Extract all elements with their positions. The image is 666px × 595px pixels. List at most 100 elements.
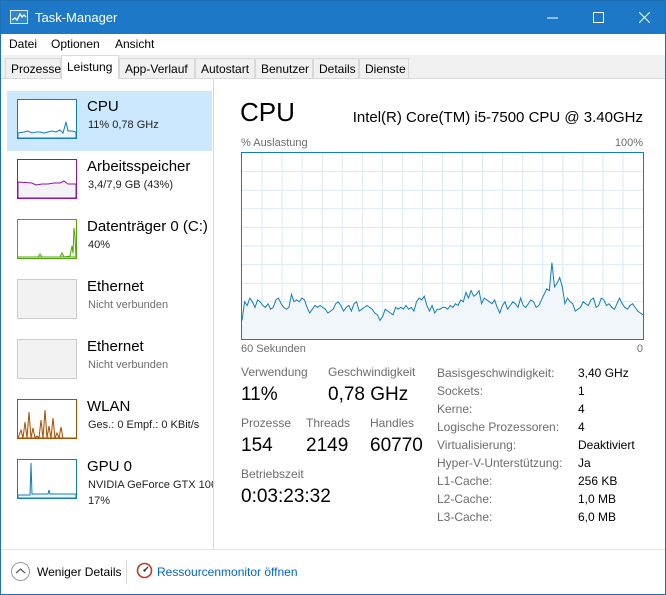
sidebar-memory-title: Arbeitsspeicher [87, 158, 191, 175]
sidebar-item-disk[interactable]: Datenträger 0 (C:) 40% [7, 211, 212, 271]
menu-bar: Datei Optionen Ansicht [1, 34, 665, 54]
memory-graph-icon [17, 159, 77, 199]
ethernet-graph-icon [17, 339, 77, 379]
spec-value: 256 KB [578, 474, 618, 488]
cpu-model-name: Intel(R) Core(TM) i5-7500 CPU @ 3.40GHz [352, 109, 643, 126]
cpu-detail-panel: CPU Intel(R) Core(TM) i5-7500 CPU @ 3.40… [225, 79, 665, 549]
tab-details[interactable]: Details [313, 58, 359, 78]
gpu-graph-icon [17, 459, 77, 499]
handles-value: 60770 [370, 435, 423, 456]
menu-optionen-label: Optionen [51, 37, 100, 51]
sidebar-memory-sub: 3,4/7,9 GB (43%) [88, 179, 173, 191]
disk-graph-icon [17, 219, 77, 259]
usage-value: 11% [241, 384, 278, 405]
processes-value: 154 [241, 435, 273, 456]
menu-datei[interactable]: Datei [9, 37, 37, 51]
task-manager-icon [10, 10, 28, 24]
spec-value: Deaktiviert [578, 438, 635, 452]
sidebar-gpu-sub: NVIDIA GeForce GTX 1060 [88, 479, 214, 491]
resource-sidebar: CPU 11% 0,78 GHz Arbeitsspeicher 3,4/7,9… [1, 79, 214, 549]
speed-value: 0,78 GHz [328, 384, 409, 405]
sidebar-cpu-title: CPU [87, 98, 119, 115]
sidebar-item-wlan[interactable]: WLAN Ges.: 0 Empf.: 0 KBit/s [7, 391, 212, 451]
sidebar-ethernet-2-title: Ethernet [87, 338, 144, 355]
cpu-usage-graph [241, 152, 644, 340]
footer-divider [126, 560, 127, 584]
handles-label: Handles [370, 416, 415, 430]
tab-app-verlauf[interactable]: App-Verlauf [119, 58, 195, 78]
sidebar-ethernet-2-sub: Nicht verbunden [88, 359, 169, 371]
sidebar-gpu-title: GPU 0 [87, 458, 133, 475]
speed-label: Geschwindigkeit [328, 365, 416, 379]
spec-label: Hyper-V-Unterstützung: [437, 456, 563, 470]
sidebar-item-ethernet-2[interactable]: Ethernet Nicht verbunden [7, 331, 212, 391]
minimize-button[interactable] [529, 1, 575, 34]
sidebar-item-cpu[interactable]: CPU 11% 0,78 GHz [7, 91, 212, 151]
fewer-details-button[interactable]: Weniger Details [37, 565, 121, 579]
maximize-button[interactable] [575, 1, 621, 34]
sidebar-item-gpu[interactable]: GPU 0 NVIDIA GeForce GTX 1060 17% [7, 451, 214, 511]
spec-value: 1,0 MB [578, 492, 617, 506]
tab-benutzer[interactable]: Benutzer [255, 58, 313, 78]
open-resource-monitor-link[interactable]: Ressourcenmonitor öffnen [157, 565, 298, 579]
sidebar-item-ethernet-1[interactable]: Ethernet Nicht verbunden [7, 271, 212, 331]
cpu-graph-icon [17, 99, 77, 139]
spec-value: 3,40 GHz [578, 366, 629, 380]
chevron-up-icon[interactable] [11, 562, 30, 581]
menu-ansicht[interactable]: Ansicht [115, 37, 154, 51]
spec-label: Kerne: [437, 402, 473, 416]
tab-dienste[interactable]: Dienste [359, 58, 409, 78]
spec-value: 4 [578, 402, 585, 416]
resource-monitor-icon [136, 562, 153, 579]
spec-label: Virtualisierung: [437, 438, 517, 452]
graph-y-label: % Auslastung [241, 137, 308, 149]
spec-value: 1 [578, 384, 585, 398]
minimize-icon [546, 17, 558, 19]
spec-value: 6,0 MB [578, 510, 617, 524]
spec-label: L2-Cache: [437, 492, 493, 506]
sidebar-cpu-sub: 11% 0,78 GHz [88, 119, 159, 131]
menu-datei-label: Datei [9, 37, 38, 51]
sidebar-wlan-sub: Ges.: 0 Empf.: 0 KBit/s [88, 419, 200, 431]
spec-label: L3-Cache: [437, 510, 493, 524]
ethernet-graph-icon [17, 279, 77, 319]
threads-value: 2149 [306, 435, 349, 456]
close-button[interactable] [621, 1, 666, 34]
uptime-value: 0:03:23:32 [241, 486, 331, 507]
spec-label: L1-Cache: [437, 474, 493, 488]
threads-label: Threads [306, 416, 351, 430]
spec-label: Sockets: [437, 384, 484, 398]
sidebar-item-memory[interactable]: Arbeitsspeicher 3,4/7,9 GB (43%) [7, 151, 212, 211]
sidebar-disk-sub: 40% [88, 239, 111, 251]
window-title: Task-Manager [35, 10, 118, 25]
menu-optionen[interactable]: Optionen [51, 37, 100, 51]
sidebar-ethernet-1-title: Ethernet [87, 278, 144, 295]
uptime-label: Betriebszeit [241, 467, 304, 481]
maximize-icon [592, 12, 604, 23]
sidebar-disk-title: Datenträger 0 (C:) [87, 218, 208, 235]
graph-y-max: 100% [614, 137, 643, 149]
cpu-usage-plot [241, 153, 644, 339]
title-bar[interactable]: Task-Manager [1, 1, 665, 34]
spec-value: Ja [578, 456, 591, 470]
graph-time-span: 60 Sekunden [241, 343, 306, 355]
close-icon [638, 12, 650, 23]
processes-label: Prozesse [241, 416, 292, 430]
tab-bar: Prozesse Leistung App-Verlauf Autostart … [1, 55, 665, 80]
sidebar-ethernet-1-sub: Nicht verbunden [88, 299, 169, 311]
graph-time-zero: 0 [636, 343, 643, 355]
tab-prozesse[interactable]: Prozesse [5, 58, 61, 78]
sidebar-wlan-title: WLAN [87, 398, 131, 415]
usage-label: Verwendung [241, 365, 308, 379]
footer-bar: Weniger Details Ressourcenmonitor öffnen [1, 549, 665, 594]
spec-label: Logische Prozessoren: [437, 420, 560, 434]
spec-value: 4 [578, 420, 585, 434]
sidebar-gpu-usage: 17% [88, 495, 111, 507]
cpu-heading: CPU [240, 97, 295, 127]
tab-leistung[interactable]: Leistung [61, 55, 119, 80]
wlan-graph-icon [17, 399, 77, 439]
performance-content: CPU 11% 0,78 GHz Arbeitsspeicher 3,4/7,9… [1, 79, 665, 549]
tab-autostart[interactable]: Autostart [195, 58, 255, 78]
spec-label: Basisgeschwindigkeit: [437, 366, 555, 380]
task-manager-window: Task-Manager Datei Optionen Ansicht Proz… [0, 0, 666, 595]
